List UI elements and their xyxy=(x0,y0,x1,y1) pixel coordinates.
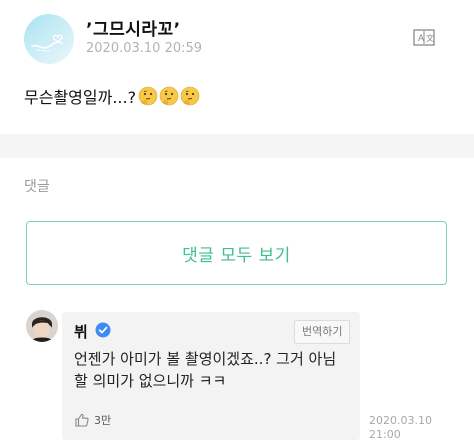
post-timestamp: 2020.03.10 20:59 xyxy=(86,41,203,56)
post-author-name[interactable]: ’그므시라꼬’ xyxy=(86,15,181,40)
section-divider xyxy=(0,134,474,158)
avatar-heart-art xyxy=(31,34,63,52)
svg-text:文: 文 xyxy=(426,33,434,43)
thinking-face-emoji xyxy=(180,86,200,106)
comments-section-label: 댓글 xyxy=(24,179,50,195)
post-text: 무슨촬영일까...? xyxy=(24,88,137,107)
comment-text: 언젠가 아미가 볼 촬영이겠죠..? 그거 아님 할 의미가 없으니까 ㅋㅋ xyxy=(74,350,337,390)
comment-author-name[interactable]: 뷔 xyxy=(74,321,88,342)
view-all-comments-label: 댓글 모두 보기 xyxy=(182,245,291,266)
thumbs-up-icon xyxy=(75,413,89,427)
svg-text:A: A xyxy=(418,33,424,43)
thinking-face-emoji xyxy=(138,86,158,106)
post-body: 무슨촬영일까...? xyxy=(24,84,201,108)
comment-bubble: 뷔 번역하기 언젠가 아미가 볼 촬영이겠죠..? 그거 아님 할 의미가 없으… xyxy=(62,312,360,440)
view-all-comments-button[interactable]: 댓글 모두 보기 xyxy=(26,221,447,285)
translate-icon[interactable]: A 文 xyxy=(412,27,436,49)
comment-timestamp: 2020.03.10 21:00 xyxy=(369,414,432,441)
post-card: ’그므시라꼬’ 2020.03.10 20:59 A 文 무슨촬영일까...? xyxy=(0,0,474,134)
like-count: 3만 xyxy=(94,414,112,427)
verified-badge-icon xyxy=(95,322,111,338)
like-button[interactable]: 3만 xyxy=(74,412,111,428)
emoji-group xyxy=(138,86,201,106)
comment-author-avatar[interactable] xyxy=(26,310,58,342)
thinking-face-emoji xyxy=(159,86,179,106)
translate-comment-button[interactable]: 번역하기 xyxy=(294,320,351,344)
author-avatar[interactable] xyxy=(24,14,74,64)
